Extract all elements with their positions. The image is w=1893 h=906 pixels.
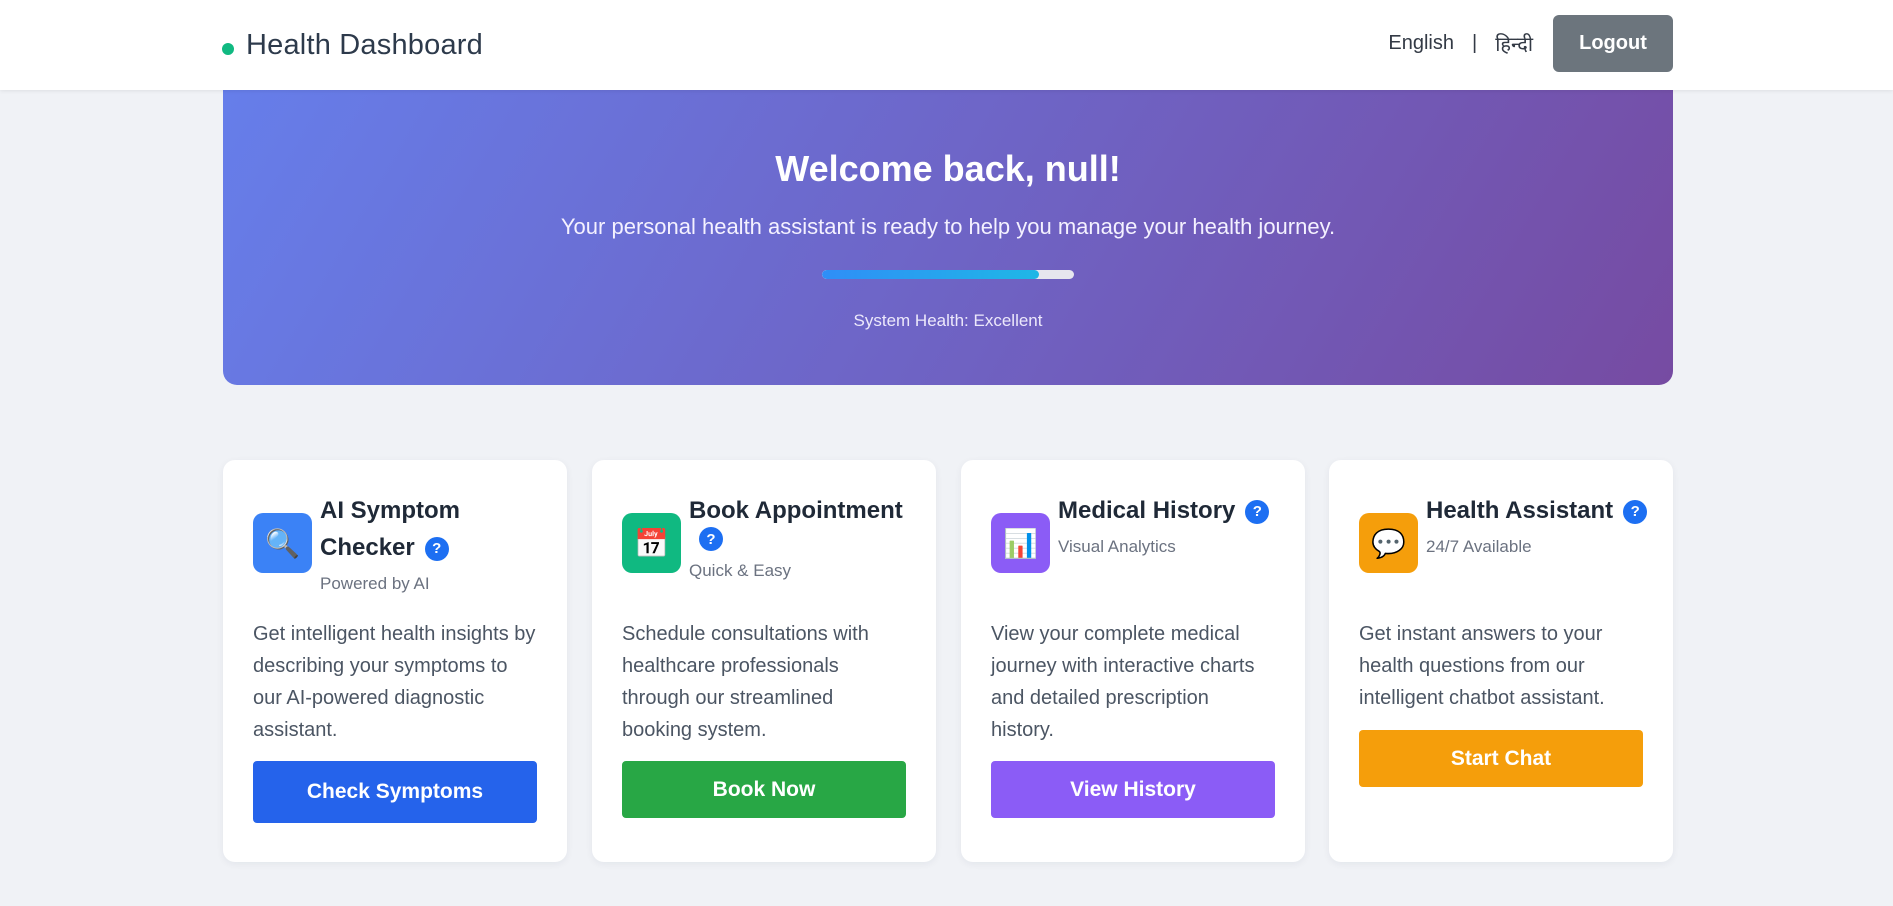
speech-bubble-icon: 💬 — [1359, 513, 1418, 573]
brand[interactable]: Health Dashboard — [222, 0, 483, 90]
help-icon[interactable]: ? — [424, 536, 449, 561]
welcome-banner: Welcome back, null! Your personal health… — [223, 90, 1673, 385]
language-english-link[interactable]: English — [1388, 32, 1454, 55]
card-header: AI Symptom Checker? Powered by AI — [320, 492, 547, 594]
card-description: Get intelligent health insights by descr… — [253, 623, 536, 741]
card-description: View your complete medical journey with … — [991, 623, 1255, 741]
magnifier-icon: 🔍 — [253, 513, 312, 573]
feature-card: 📊 Medical History? Visual Analytics View… — [961, 460, 1305, 862]
card-description: Get instant answers to your health quest… — [1359, 623, 1605, 709]
card-subtitle: Quick & Easy — [689, 561, 792, 580]
feature-card: 💬 Health Assistant? 24/7 Available Get i… — [1329, 460, 1673, 862]
card-action-button[interactable]: Book Now — [622, 761, 906, 818]
system-health-progress-fill — [822, 270, 1039, 279]
system-health-status: System Health: Excellent — [853, 311, 1043, 330]
card-action-button[interactable]: Start Chat — [1359, 730, 1643, 787]
help-icon[interactable]: ? — [1245, 499, 1270, 524]
card-subtitle: Visual Analytics — [1058, 537, 1176, 556]
feature-cards: 🔍 AI Symptom Checker? Powered by AI Get … — [223, 460, 1673, 862]
help-icon[interactable]: ? — [1623, 499, 1648, 524]
card-action-button[interactable]: Check Symptoms — [253, 761, 537, 823]
card-description: Schedule consultations with healthcare p… — [622, 623, 869, 741]
help-icon[interactable]: ? — [699, 527, 723, 551]
status-dot-icon — [222, 43, 234, 55]
card-header: Medical History? Visual Analytics — [1058, 492, 1285, 557]
feature-card: 📅 Book Appointment? Quick & Easy Schedul… — [592, 460, 936, 862]
bar-chart-icon: 📊 — [991, 513, 1050, 573]
card-subtitle: 24/7 Available — [1426, 537, 1532, 556]
welcome-subtitle: Your personal health assistant is ready … — [560, 214, 1336, 239]
app-title: Health Dashboard — [246, 28, 483, 61]
card-title: Book Appointment — [689, 497, 903, 524]
system-health-progress-bar — [822, 270, 1074, 279]
card-header: Health Assistant? 24/7 Available — [1426, 492, 1653, 557]
nav-right: English | हिन्दी Logout — [1388, 15, 1673, 72]
welcome-title: Welcome back, null! — [775, 148, 1121, 189]
card-title: Medical History — [1058, 497, 1236, 524]
feature-card: 🔍 AI Symptom Checker? Powered by AI Get … — [223, 460, 567, 862]
calendar-icon: 📅 — [622, 513, 681, 573]
language-separator: | — [1472, 32, 1478, 54]
logout-button[interactable]: Logout — [1553, 15, 1673, 72]
card-subtitle: Powered by AI — [320, 574, 430, 593]
card-action-button[interactable]: View History — [991, 761, 1275, 818]
card-header: Book Appointment? Quick & Easy — [689, 492, 916, 581]
card-title: Health Assistant — [1426, 497, 1614, 524]
language-hindi-link[interactable]: हिन्दी — [1495, 30, 1533, 57]
top-navbar: Health Dashboard English | हिन्दी Logout — [0, 0, 1893, 90]
